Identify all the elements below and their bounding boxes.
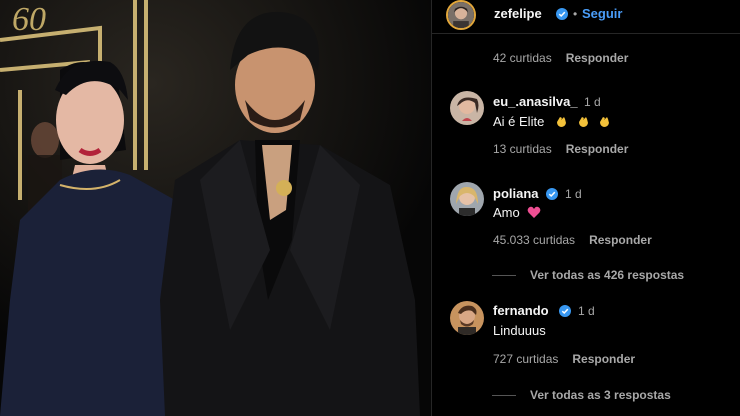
commenter-username[interactable]: poliana: [493, 186, 539, 201]
commenter-avatar[interactable]: [450, 182, 484, 216]
reply-button[interactable]: Responder: [566, 142, 629, 156]
header-separator: •: [573, 7, 578, 21]
comment-time: 1 d: [565, 187, 582, 201]
clapping-hands-icon: [554, 114, 568, 131]
comment-body: Amo: [493, 205, 520, 220]
author-avatar[interactable]: [446, 0, 476, 30]
author-username[interactable]: zefelipe: [494, 6, 542, 21]
comment-text: Linduuus: [493, 323, 546, 338]
reply-button[interactable]: Responder: [572, 352, 635, 366]
backdrop-sign: 60: [12, 1, 46, 38]
likes-count[interactable]: 13 curtidas: [493, 142, 552, 156]
comment-text: Amo: [493, 205, 541, 222]
post-photo: 60: [0, 0, 431, 416]
comment-body: Ai é Elite: [493, 114, 545, 129]
commenter-username[interactable]: eu_.anasilva_: [493, 94, 578, 109]
follow-button[interactable]: Seguir: [582, 6, 622, 21]
pink-heart-icon: [527, 206, 541, 222]
commenter-avatar[interactable]: [450, 301, 484, 335]
clapping-hands-icon: [576, 114, 590, 131]
comment-time: 1 d: [578, 304, 595, 318]
verified-icon: [559, 305, 571, 317]
view-replies-link[interactable]: Ver todas as 426 respostas: [492, 268, 684, 282]
comment-text: Ai é Elite: [493, 114, 611, 131]
comment-body: Linduuus: [493, 323, 546, 338]
commenter-username[interactable]: fernando: [493, 303, 549, 318]
comment-meta: 42 curtidas Responder: [493, 51, 628, 65]
view-replies-link[interactable]: Ver todas as 3 respostas: [492, 388, 671, 402]
clapping-hands-icon: [597, 114, 611, 131]
verified-icon: [546, 188, 558, 200]
likes-count[interactable]: 42 curtidas: [493, 51, 552, 65]
comment-time: 1 d: [584, 95, 601, 109]
likes-count[interactable]: 727 curtidas: [493, 352, 558, 366]
comment-meta: 727 curtidas Responder: [493, 352, 635, 366]
comment-meta: 45.033 curtidas Responder: [493, 233, 652, 247]
verified-icon: [556, 8, 568, 20]
reply-button[interactable]: Responder: [566, 51, 629, 65]
likes-count[interactable]: 45.033 curtidas: [493, 233, 575, 247]
comment-meta: 13 curtidas Responder: [493, 142, 628, 156]
commenter-avatar[interactable]: [450, 91, 484, 125]
post-header: zefelipe • Seguir: [432, 0, 740, 34]
comments-panel: zefelipe • Seguir 42 curtidas Responder e…: [431, 0, 740, 416]
reply-button[interactable]: Responder: [589, 233, 652, 247]
